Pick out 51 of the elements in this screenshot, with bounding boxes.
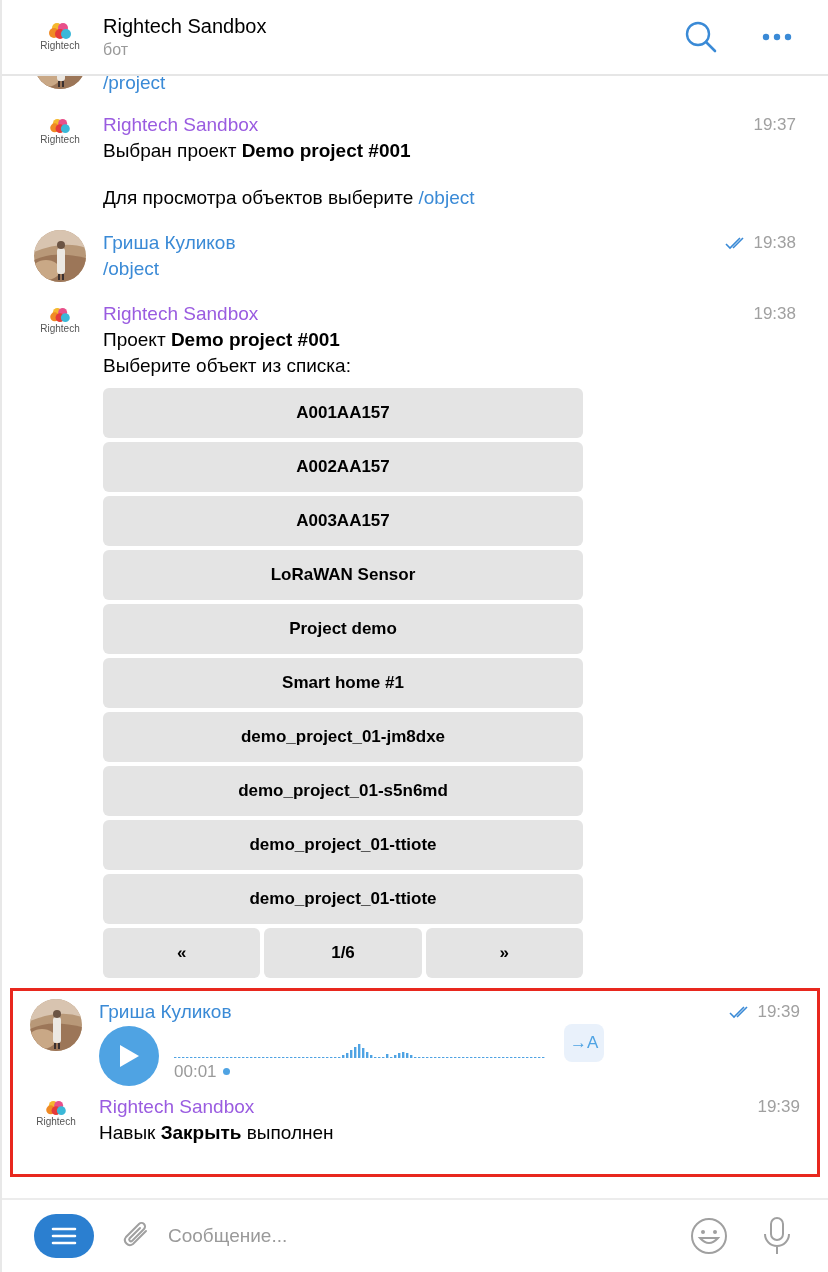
play-button[interactable] [99,1026,159,1086]
keyboard-button[interactable]: demo_project_01-ttiote [103,874,583,924]
menu-button[interactable] [34,1214,94,1258]
sender-name: Rightech Sandbox [103,302,259,326]
sender-name: Гриша Куликов [103,231,236,255]
chat-title: Rightech Sandbox [103,14,268,39]
message-time: 19:38 [753,303,796,326]
message-time: 19:39 [757,1001,800,1024]
keyboard-button[interactable]: Smart home #1 [103,658,583,708]
logo-text: Rightech [40,323,80,335]
keyboard-button[interactable]: « [103,928,261,978]
message-text: Навык Закрыть выполнен [99,1122,334,1143]
message-time: 19:38 [753,232,796,255]
cloud-logo-icon [49,307,71,323]
keyboard-button[interactable]: demo_project_01-jm8dxe [103,712,583,762]
cloud-logo-icon [49,118,71,134]
sender-name: Rightech Sandbox [99,1095,255,1119]
keyboard-button[interactable]: Project demo [103,604,583,654]
keyboard-button[interactable]: A003AA157 [103,496,583,546]
cloud-logo-icon [48,22,72,40]
play-icon [118,1044,140,1068]
message-text: Проект Demo project #001 [103,329,340,350]
command-link[interactable]: /object [103,258,159,279]
sender-name: Rightech Sandbox [103,113,259,137]
smiley-icon[interactable] [690,1217,728,1255]
chat-subtitle: бот [103,40,130,60]
keyboard-button[interactable]: demo_project_01-s5n6md [103,766,583,816]
logo-text: Rightech [40,40,80,52]
more-icon[interactable] [762,33,792,41]
message-time: 19:37 [753,114,796,137]
message-text: Выбран проект Demo project #001 [103,140,411,161]
message-time: 19:39 [757,1096,800,1119]
keyboard-button[interactable]: demo_project_01-ttiote [103,820,583,870]
voice-duration: 00:01 [174,1061,217,1083]
message-input[interactable]: Сообщение... [168,1221,680,1251]
microphone-icon[interactable] [762,1216,792,1256]
keyboard-button[interactable]: A002AA157 [103,442,583,492]
keyboard-button[interactable]: A001AA157 [103,388,583,438]
logo-text: Rightech [36,1116,76,1128]
search-icon[interactable] [684,20,718,54]
menu-icon [51,1226,77,1246]
logo-text: Rightech [40,134,80,146]
message-text: Выберите объект из списка: [103,355,351,376]
keyboard-button[interactable]: LoRaWAN Sensor [103,550,583,600]
cloud-logo-icon [45,1100,67,1116]
command-link[interactable]: /project [103,76,166,93]
keyboard-button[interactable]: 1/6 [264,928,422,978]
sender-name: Гриша Куликов [99,1000,232,1024]
keyboard-button[interactable]: » [425,928,583,978]
message-text: Для просмотра объектов выберите /object [103,187,475,208]
command-link[interactable]: /object [418,187,475,208]
